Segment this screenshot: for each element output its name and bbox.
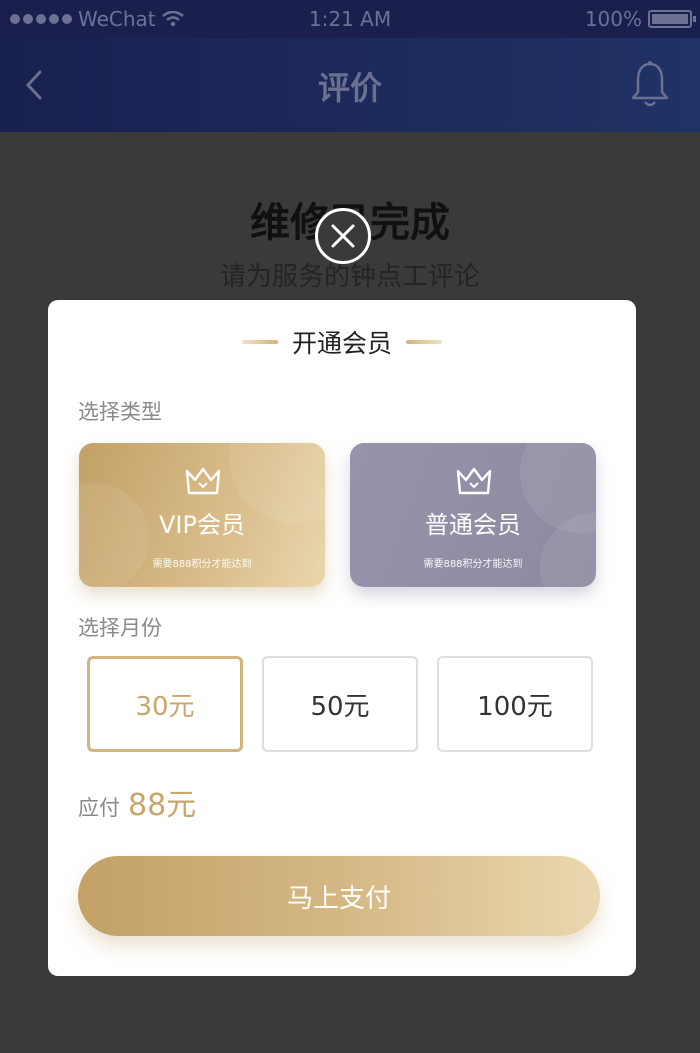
nav-bar: 评价	[0, 38, 700, 132]
modal-title: 开通会员	[291, 329, 392, 358]
month-option-100[interactable]: 100元	[437, 656, 593, 752]
normal-card-note: 需要888积分才能达到	[423, 559, 523, 570]
status-bar: WeChat 1:21 AM 100%	[0, 0, 700, 38]
month-section-label: 选择月份	[78, 616, 162, 640]
normal-member-card[interactable]: 普通会员 需要888积分才能达到	[350, 443, 596, 587]
vip-card-note: 需要888积分才能达到	[152, 559, 252, 570]
vip-member-card[interactable]: VIP会员 需要888积分才能达到	[79, 443, 325, 587]
battery-icon	[648, 10, 696, 28]
modal-header: 开通会员	[48, 322, 636, 362]
page-title: 评价	[317, 69, 382, 107]
pay-label: 应付	[78, 796, 120, 820]
bell-icon[interactable]	[630, 60, 670, 108]
title-divider-left	[241, 340, 278, 344]
type-section-label: 选择类型	[78, 400, 162, 424]
pay-amount: 88元	[128, 788, 197, 823]
title-divider-right	[406, 340, 442, 344]
close-icon	[331, 224, 355, 248]
month-option-50[interactable]: 50元	[262, 656, 418, 752]
close-button[interactable]	[315, 208, 371, 264]
month-option-label: 30元	[135, 691, 195, 722]
crown-icon	[456, 467, 492, 495]
pay-now-button[interactable]: 马上支付	[78, 856, 600, 936]
battery-percent: 100%	[584, 7, 642, 31]
crown-icon	[185, 467, 221, 495]
month-option-label: 50元	[310, 691, 370, 722]
month-option-30[interactable]: 30元	[87, 656, 243, 752]
normal-card-name: 普通会员	[425, 511, 521, 539]
month-option-label: 100元	[477, 691, 553, 722]
vip-card-name: VIP会员	[159, 511, 245, 539]
payment-summary: 应付 88元	[78, 780, 196, 824]
membership-modal: 开通会员 选择类型 VIP会员 需要888积分才能达到 普通会员 需要888积分…	[48, 300, 636, 976]
battery-info: 100%	[584, 7, 696, 31]
